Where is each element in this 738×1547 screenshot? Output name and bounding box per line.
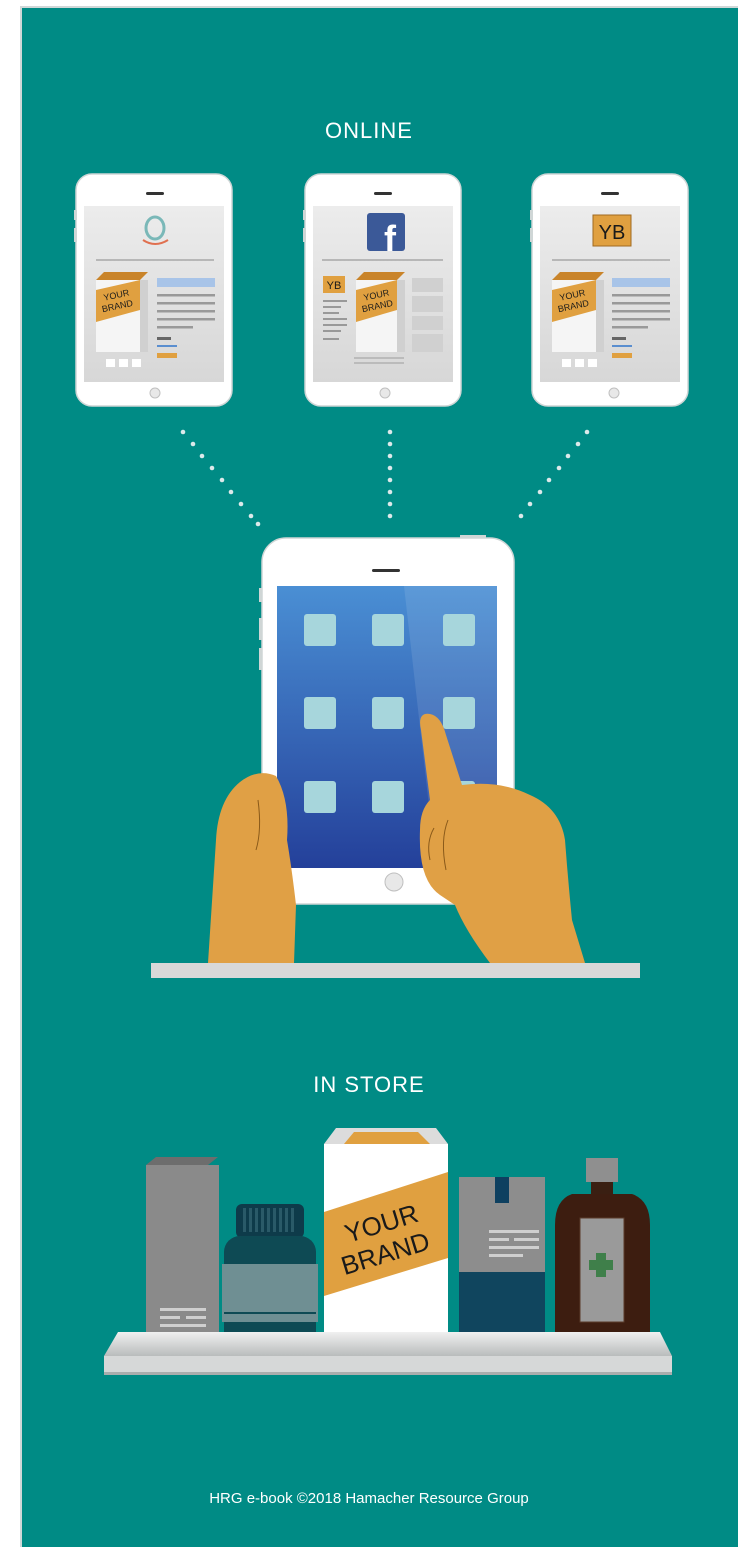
brand-box-icon: YOUR BRAND [552,272,604,352]
jar-product [222,1204,318,1348]
store-shelf [104,1332,672,1375]
illustration: YOUR BRAND f YB YOUR BRAND YB YOUR BRAND… [74,173,689,1375]
svg-text:YB: YB [327,280,342,292]
svg-text:YB: YB [599,222,626,244]
dotted-connectors [180,429,590,527]
store-products: YOUR BRAND [146,1128,650,1348]
your-brand-box: YOUR BRAND [324,1128,448,1348]
phone-facebook: f YB YOUR BRAND [303,173,462,407]
online-shelf [151,963,640,978]
bottle-product [555,1158,650,1348]
phone-amazon: YOUR BRAND [74,173,233,407]
gray-box-product [146,1157,219,1348]
left-hand-icon [208,773,296,963]
phone-yb: YB YOUR BRAND [530,173,689,407]
medicine-box-product [459,1177,545,1348]
svg-text:f: f [384,218,397,259]
yb-badge-icon: YB [323,276,345,293]
brand-box-icon: YOUR BRAND [96,272,148,352]
yb-logo-icon: YB [592,214,632,247]
brand-box-icon: YOUR BRAND [356,272,405,352]
